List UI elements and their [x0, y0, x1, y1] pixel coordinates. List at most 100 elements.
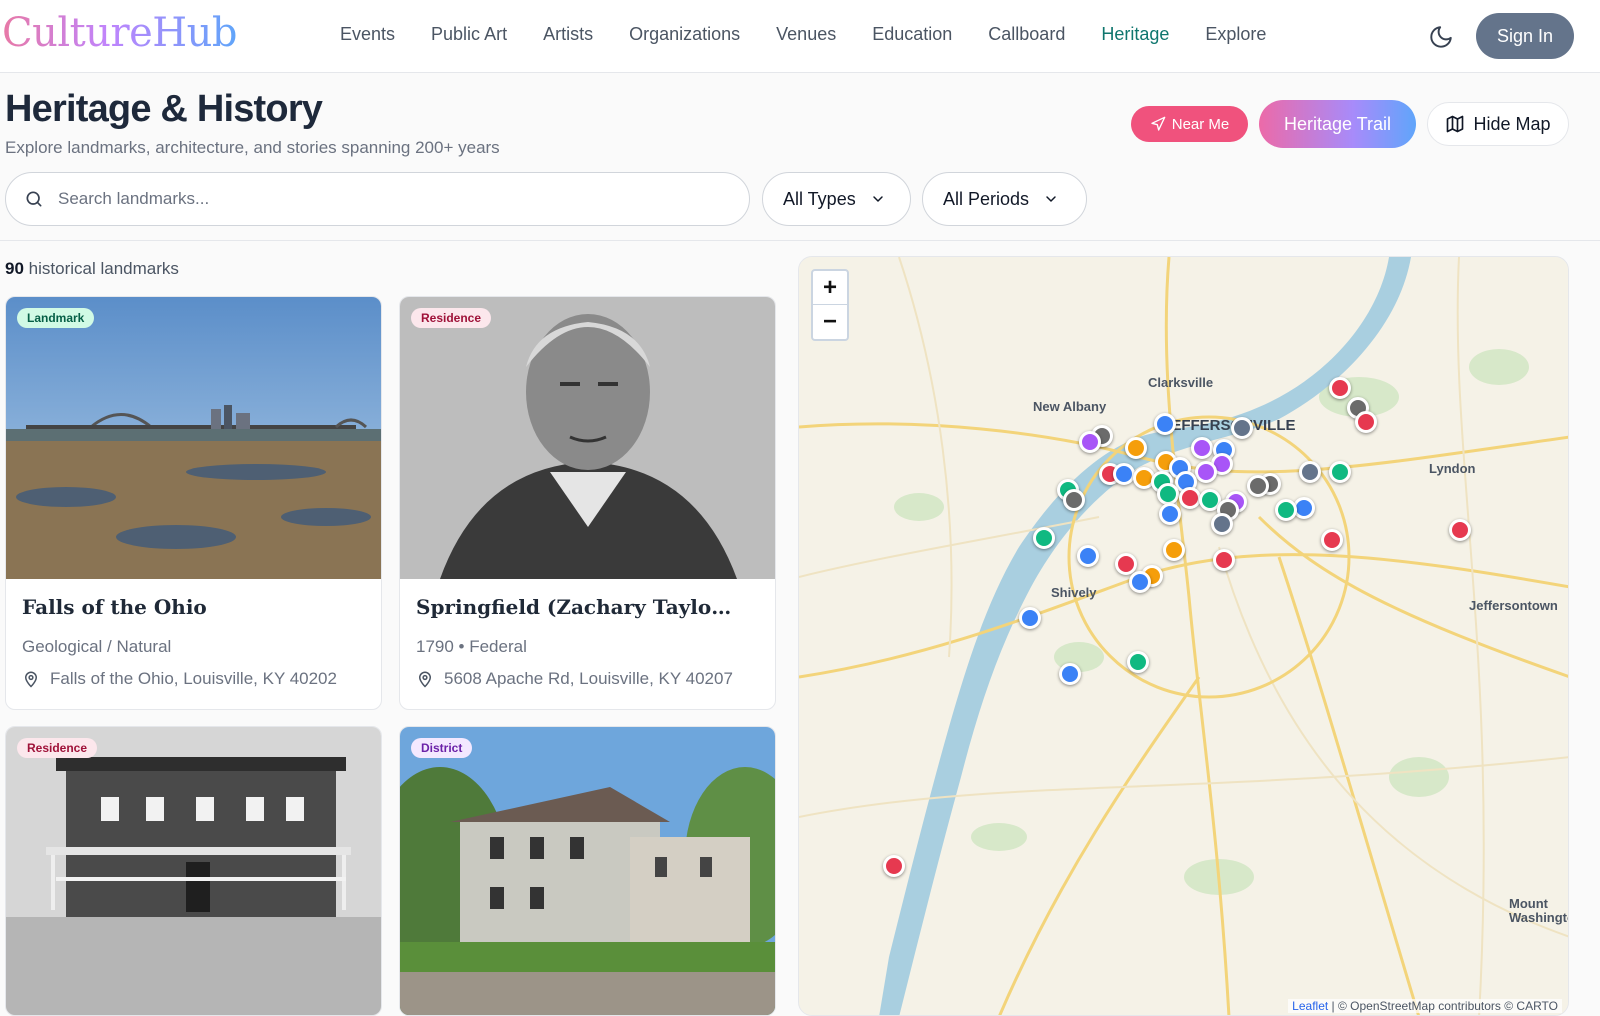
results-count-label: historical landmarks — [28, 259, 179, 278]
map-marker[interactable] — [1033, 527, 1055, 549]
landmark-address: 5608 Apache Rd, Louisville, KY 40207 — [416, 669, 733, 689]
results-count: 90 historical landmarks — [5, 259, 179, 279]
nav-explore[interactable]: Explore — [1205, 24, 1266, 45]
map-marker[interactable] — [1191, 437, 1213, 459]
map-label-jeffersonville: JEFFERSONVILLE — [1163, 417, 1296, 434]
chevron-down-icon — [872, 196, 883, 202]
attribution-text: | © OpenStreetMap contributors © CARTO — [1331, 999, 1558, 1013]
landmark-card[interactable]: Residence Springfield (Zachary Taylor...… — [399, 296, 776, 710]
map-marker[interactable] — [1275, 499, 1297, 521]
nav-education[interactable]: Education — [872, 24, 952, 45]
zoom-in-button[interactable]: + — [813, 271, 847, 305]
category-badge: District — [411, 738, 473, 758]
type-filter-label: All Types — [783, 188, 856, 209]
period-filter-select[interactable]: All Periods — [922, 172, 1087, 226]
map-marker[interactable] — [1213, 549, 1235, 571]
map-pin-icon — [418, 671, 432, 688]
map-label-new-albany: New Albany — [1033, 399, 1107, 414]
address-text: Falls of the Ohio, Louisville, KY 40202 — [50, 669, 337, 688]
page-subtitle: Explore landmarks, architecture, and sto… — [5, 138, 500, 157]
map-marker[interactable] — [1179, 487, 1201, 509]
map-label-mount-washington: Mount Washington — [1509, 896, 1568, 925]
address-text: 5608 Apache Rd, Louisville, KY 40207 — [444, 669, 733, 688]
hide-map-button[interactable]: Hide Map — [1427, 102, 1569, 146]
zoom-out-button[interactable]: − — [813, 305, 847, 339]
map-marker[interactable] — [1163, 539, 1185, 561]
house-photo — [6, 727, 381, 1015]
nav-events[interactable]: Events — [340, 24, 395, 45]
nav-venues[interactable]: Venues — [776, 24, 836, 45]
nav-public-art[interactable]: Public Art — [431, 24, 507, 45]
landmark-card[interactable]: Residence — [5, 726, 382, 1016]
map-icon — [1447, 115, 1464, 133]
map-marker[interactable] — [1127, 651, 1149, 673]
map-label-clarksville: Clarksville — [1148, 375, 1214, 390]
landmark-card[interactable]: Landmark Falls of the Ohio Geological / … — [5, 296, 382, 710]
leaflet-link[interactable]: Leaflet — [1292, 999, 1328, 1013]
landmark-photo: Landmark — [6, 297, 381, 579]
category-badge: Residence — [17, 738, 98, 758]
map-marker[interactable] — [1019, 607, 1041, 629]
category-badge: Landmark — [17, 308, 95, 328]
landmark-photo: District — [400, 727, 775, 1015]
navigation-arrow-icon — [1151, 116, 1166, 131]
map-marker[interactable] — [1247, 475, 1269, 497]
map-marker[interactable] — [1077, 545, 1099, 567]
map-marker[interactable] — [1154, 413, 1176, 435]
nav-callboard[interactable]: Callboard — [988, 24, 1065, 45]
hide-map-label: Hide Map — [1473, 113, 1551, 134]
category-badge: Residence — [411, 308, 492, 328]
map-marker[interactable] — [1063, 489, 1085, 511]
nav-artists[interactable]: Artists — [543, 24, 593, 45]
landmark-title: Falls of the Ohio — [22, 595, 207, 619]
nav-heritage[interactable]: Heritage — [1101, 24, 1169, 45]
sign-in-button[interactable]: Sign In — [1476, 13, 1574, 59]
map-marker[interactable] — [883, 855, 905, 877]
map-marker[interactable] — [1299, 461, 1321, 483]
map-marker[interactable] — [1129, 571, 1151, 593]
site-logo[interactable]: CultureHub — [2, 10, 238, 56]
near-me-button[interactable]: Near Me — [1131, 106, 1248, 142]
map-attribution: Leaflet | © OpenStreetMap contributors ©… — [1288, 999, 1562, 1013]
map-pin-icon — [24, 671, 38, 688]
map-marker[interactable] — [1125, 437, 1147, 459]
river-bridge-photo — [6, 297, 381, 579]
landmark-photo: Residence — [6, 727, 381, 1015]
map-marker[interactable] — [1329, 461, 1351, 483]
chevron-down-icon — [1046, 196, 1056, 202]
landmarks-map[interactable]: + − Clarksville New Albany JEFFERSONVILL… — [798, 256, 1569, 1016]
portrait-photo — [400, 297, 775, 579]
map-marker[interactable] — [1211, 513, 1233, 535]
zoom-control: + − — [811, 269, 849, 341]
main-nav: Events Public Art Artists Organizations … — [340, 24, 1302, 45]
map-marker[interactable] — [1231, 417, 1253, 439]
search-input[interactable] — [58, 189, 658, 209]
map-marker[interactable] — [1195, 461, 1217, 483]
search-box — [5, 172, 750, 226]
landmark-title: Springfield (Zachary Taylor... — [416, 595, 736, 619]
landmark-meta: 1790 • Federal — [416, 637, 527, 656]
map-marker[interactable] — [1059, 663, 1081, 685]
search-icon — [26, 191, 42, 207]
heritage-trail-button[interactable]: Heritage Trail — [1259, 100, 1416, 148]
map-marker[interactable] — [1079, 431, 1101, 453]
map-marker[interactable] — [1329, 377, 1351, 399]
map-marker[interactable] — [1321, 529, 1343, 551]
map-marker[interactable] — [1159, 503, 1181, 525]
type-filter-select[interactable]: All Types — [762, 172, 911, 226]
landmark-card[interactable]: District — [399, 726, 776, 1016]
landmark-meta: Geological / Natural — [22, 637, 172, 656]
map-label-lyndon: Lyndon — [1429, 461, 1476, 476]
moon-icon[interactable] — [1428, 24, 1454, 50]
map-marker[interactable] — [1449, 519, 1471, 541]
nav-organizations[interactable]: Organizations — [629, 24, 740, 45]
map-marker[interactable] — [1113, 463, 1135, 485]
district-photo — [400, 727, 775, 1015]
map-marker[interactable] — [1355, 411, 1377, 433]
top-navbar: CultureHub Events Public Art Artists Org… — [0, 0, 1600, 73]
landmark-photo: Residence — [400, 297, 775, 579]
map-marker[interactable] — [1157, 483, 1179, 505]
section-divider — [0, 240, 1600, 241]
landmark-address: Falls of the Ohio, Louisville, KY 40202 — [22, 669, 337, 689]
map-tiles — [799, 257, 1568, 1015]
